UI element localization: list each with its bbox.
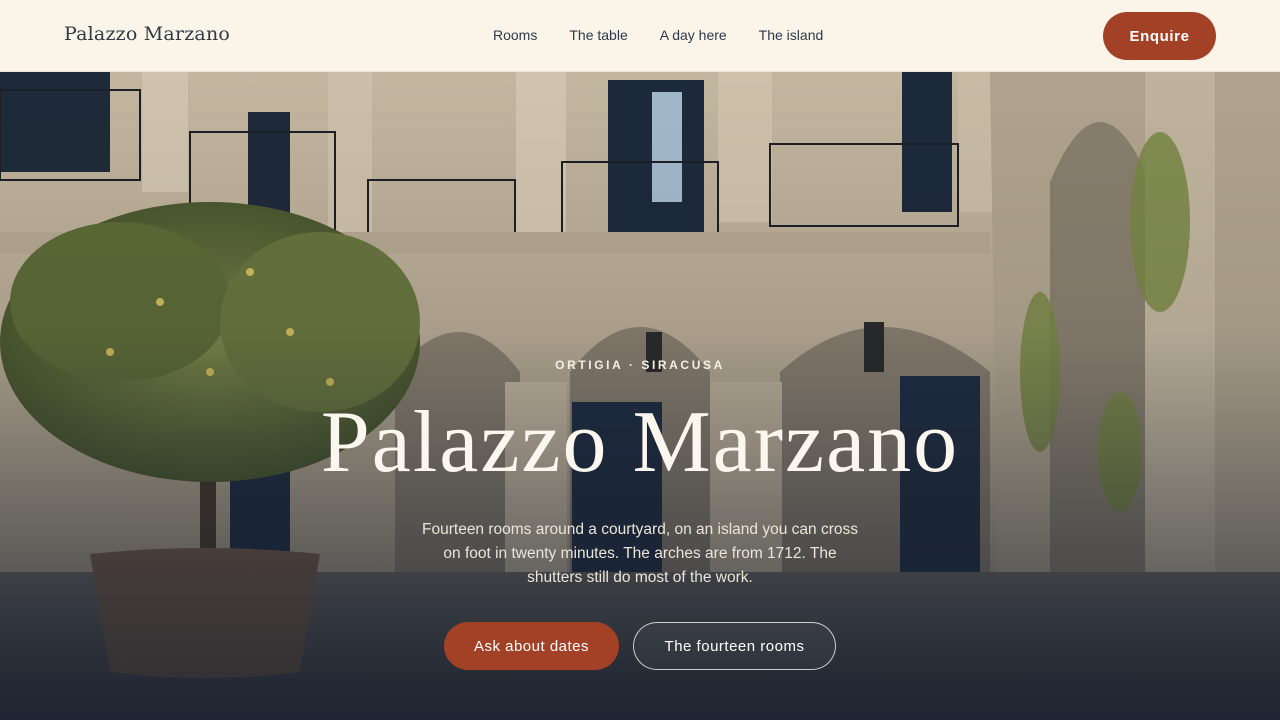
nav-link-rooms[interactable]: Rooms [493, 27, 537, 43]
ask-about-dates-button[interactable]: Ask about dates [444, 622, 619, 670]
hero-section: ORTIGIA · SIRACUSA Palazzo Marzano Fourt… [0, 72, 1280, 720]
fourteen-rooms-button[interactable]: The fourteen rooms [633, 622, 836, 670]
nav-link-the-table[interactable]: The table [569, 27, 627, 43]
nav-link-a-day-here[interactable]: A day here [660, 27, 727, 43]
site-header: Palazzo Marzano Rooms The table A day he… [0, 0, 1280, 72]
hero-title: Palazzo Marzano [320, 394, 960, 491]
main-nav: Rooms The table A day here The island [493, 27, 855, 43]
brand-logo[interactable]: Palazzo Marzano [64, 23, 230, 45]
nav-link-the-island[interactable]: The island [759, 27, 824, 43]
enquire-button[interactable]: Enquire [1103, 12, 1216, 60]
hero-description: Fourteen rooms around a courtyard, on an… [422, 521, 858, 586]
hero-eyebrow: ORTIGIA · SIRACUSA [555, 358, 725, 372]
